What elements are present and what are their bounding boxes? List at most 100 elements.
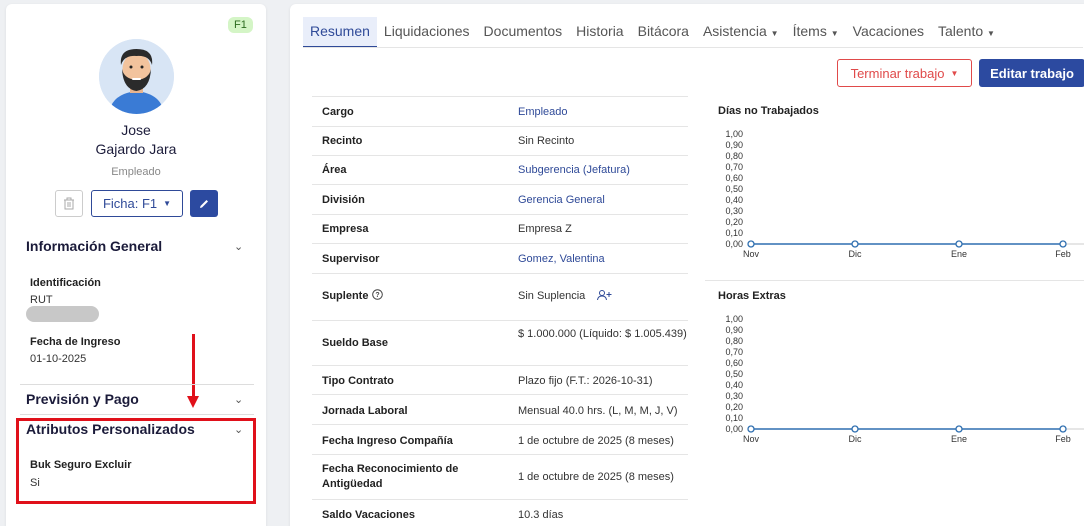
tab-historia[interactable]: Historia (569, 17, 630, 48)
y-tick-label: 0,80 (725, 336, 743, 346)
employee-role: Empleado (111, 166, 161, 178)
y-tick-label: 0,60 (725, 358, 743, 368)
y-tick-label: 1,00 (725, 315, 743, 324)
caret-down-icon: ▼ (987, 29, 995, 38)
y-tick-label: 0,10 (725, 228, 743, 238)
data-point[interactable] (747, 240, 755, 248)
y-tick-label: 0,00 (725, 239, 743, 249)
chevron-down-icon[interactable]: ⌄ (234, 423, 243, 436)
rut-value-redacted (26, 306, 99, 322)
y-tick-label: 0,40 (725, 380, 743, 390)
y-tick-label: 0,40 (725, 195, 743, 205)
section-atributos-personalizados[interactable]: Atributos Personalizados (26, 421, 195, 437)
table-row: Cargo Empleado (312, 96, 688, 126)
terminate-job-button[interactable]: Terminar trabajo ▼ (837, 59, 972, 87)
section-informacion-general[interactable]: Información General (26, 238, 162, 254)
y-tick-label: 0,00 (725, 424, 743, 434)
x-tick-label: Feb (1055, 434, 1071, 444)
y-tick-label: 0,50 (725, 184, 743, 194)
section-prevision-pago[interactable]: Previsión y Pago (26, 391, 139, 407)
supervisor-link[interactable]: Gomez, Valentina (518, 252, 688, 267)
x-tick-label: Dic (849, 434, 862, 444)
employee-first-name: Jose (121, 122, 151, 138)
tab-talento[interactable]: Talento ▼ (931, 17, 1002, 48)
y-tick-label: 0,90 (725, 140, 743, 150)
data-point[interactable] (955, 425, 963, 433)
edit-profile-button[interactable] (190, 190, 218, 217)
tab-vacaciones[interactable]: Vacaciones (846, 17, 931, 48)
table-row: Suplente ? Sin Suplencia (312, 273, 688, 320)
divider (20, 414, 254, 415)
tab-resumen[interactable]: Resumen (303, 17, 377, 48)
data-point[interactable] (851, 425, 859, 433)
table-row: Área Subgerencia (Jefatura) (312, 155, 688, 184)
data-point[interactable] (955, 240, 963, 248)
tab-bar: Resumen Liquidaciones Documentos Histori… (303, 17, 1002, 48)
data-point[interactable] (1059, 240, 1067, 248)
x-tick-label: Dic (849, 249, 862, 259)
y-tick-label: 0,20 (725, 402, 743, 412)
table-row: Saldo Vacaciones 10.3 días (312, 499, 688, 526)
divider (20, 384, 254, 385)
svg-text:?: ? (375, 292, 379, 299)
cargo-link[interactable]: Empleado (518, 105, 688, 120)
table-row: Fecha Ingreso Compañía 1 de octubre de 2… (312, 424, 688, 454)
trash-icon (64, 197, 74, 210)
tab-liquidaciones[interactable]: Liquidaciones (377, 17, 477, 48)
rut-label: RUT (30, 294, 53, 306)
table-row: Recinto Sin Recinto (312, 126, 688, 155)
table-row: Fecha Reconocimiento de Antigüedad 1 de … (312, 454, 688, 499)
area-link[interactable]: Subgerencia (Jefatura) (518, 163, 688, 178)
y-tick-label: 0,10 (725, 413, 743, 423)
caret-down-icon: ▼ (950, 68, 959, 78)
caret-down-icon: ▼ (770, 29, 779, 38)
x-tick-label: Ene (951, 434, 967, 444)
chart-title-dias-no-trabajados: Días no Trabajados (718, 105, 819, 117)
table-row: Sueldo Base $ 1.000.000 (Líquido: $ 1.00… (312, 320, 688, 365)
y-tick-label: 0,30 (725, 391, 743, 401)
chart-title-horas-extras: Horas Extras (718, 290, 786, 302)
x-tick-label: Feb (1055, 249, 1071, 259)
data-point[interactable] (1059, 425, 1067, 433)
x-tick-label: Nov (743, 249, 760, 259)
y-tick-label: 0,80 (725, 151, 743, 161)
chart-horas-extras: 1,000,900,800,700,600,500,400,300,200,10… (725, 315, 1084, 444)
add-user-icon[interactable] (596, 289, 612, 301)
tab-documentos[interactable]: Documentos (477, 17, 570, 48)
ficha-label: Ficha: F1 (102, 196, 158, 211)
data-point[interactable] (851, 240, 859, 248)
y-tick-label: 0,70 (725, 347, 743, 357)
y-tick-label: 0,60 (725, 173, 743, 183)
y-tick-label: 0,90 (725, 325, 743, 335)
fecha-ingreso-label: Fecha de Ingreso (30, 336, 121, 348)
division-link[interactable]: Gerencia General (518, 193, 688, 208)
buk-seguro-excluir-value: Si (30, 477, 40, 489)
tab-asistencia[interactable]: Asistencia ▼ (696, 17, 786, 48)
help-circle-icon[interactable]: ? (371, 289, 383, 300)
tab-underline (303, 47, 1083, 48)
employee-card: F1 Jose Gajardo Jara Empleado Ficha: F1 … (6, 4, 266, 526)
divider (705, 280, 1084, 281)
ficha-dropdown[interactable]: Ficha: F1 ▼ (91, 190, 183, 217)
delete-button[interactable] (55, 190, 83, 217)
table-row: Supervisor Gomez, Valentina (312, 243, 688, 273)
pencil-icon (200, 199, 208, 208)
x-tick-label: Ene (951, 249, 967, 259)
avatar (99, 39, 174, 114)
y-tick-label: 0,70 (725, 162, 743, 172)
tab-items[interactable]: Ítems ▼ (786, 17, 846, 48)
x-tick-label: Nov (743, 434, 760, 444)
table-row: Jornada Laboral Mensual 40.0 hrs. (L, M,… (312, 394, 688, 424)
tab-bitacora[interactable]: Bitácora (631, 17, 696, 48)
job-panel: Resumen Liquidaciones Documentos Histori… (290, 4, 1084, 526)
table-row: Empresa Empresa Z (312, 214, 688, 243)
data-point[interactable] (747, 425, 755, 433)
y-tick-label: 1,00 (725, 130, 743, 139)
ficha-badge: F1 (228, 17, 253, 33)
chevron-down-icon[interactable]: ⌄ (234, 393, 243, 406)
y-tick-label: 0,30 (725, 206, 743, 216)
annotation-arrow-head (187, 396, 199, 408)
edit-job-button[interactable]: Editar trabajo (979, 59, 1084, 87)
annotation-arrow (192, 334, 195, 399)
chevron-down-icon[interactable]: ⌄ (234, 240, 243, 253)
